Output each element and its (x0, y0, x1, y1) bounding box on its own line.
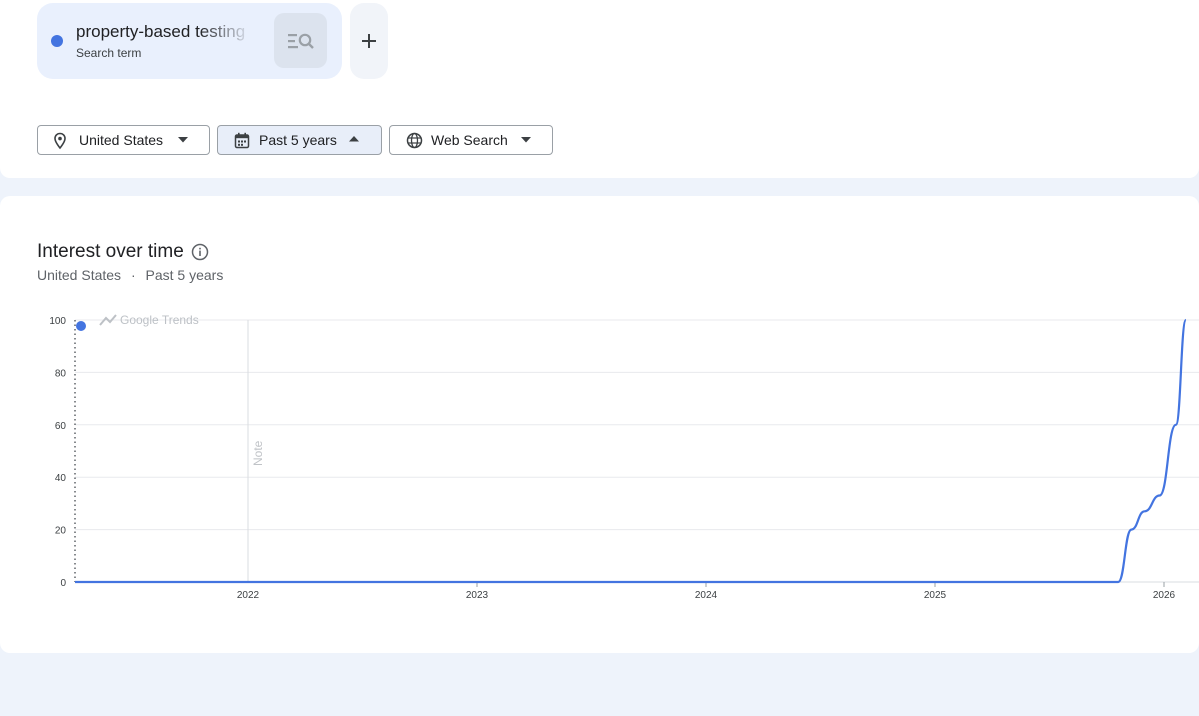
y-tick-label: 80 (55, 368, 67, 379)
chevron-down-icon (178, 137, 188, 143)
chevron-up-icon (349, 136, 359, 142)
time-range-filter-dropdown[interactable]: Past 5 years (217, 125, 382, 155)
chart-subtitle-location: United States (37, 267, 122, 283)
series-line (74, 318, 1187, 584)
note-label: Note (251, 440, 265, 466)
calendar-icon (234, 132, 250, 149)
chart-grid (75, 319, 1199, 531)
time-range-filter-label: Past 5 years (259, 132, 337, 148)
y-tick-label: 20 (55, 526, 67, 537)
search-term-type-label: Search term (76, 46, 142, 60)
y-tick-label: 100 (49, 316, 66, 327)
plus-icon (362, 34, 376, 48)
note-marker[interactable]: Note (247, 320, 265, 582)
chart-subtitle-range: Past 5 years (145, 267, 224, 283)
watermark-text: Google Trends (120, 313, 199, 327)
location-filter-dropdown[interactable]: United States (37, 125, 210, 155)
search-type-filter-dropdown[interactable]: Web Search (389, 125, 553, 155)
y-tick-label: 0 (60, 578, 66, 589)
x-tick-label: 2023 (466, 590, 489, 601)
x-tick-label: 2024 (695, 590, 718, 601)
add-comparison-button[interactable] (350, 3, 388, 79)
chart-axes: 0 20 40 60 80 100 2022 2023 2024 2025 2026 (49, 316, 1199, 601)
interest-over-time-panel: Interest over time United States · Past … (0, 196, 1199, 653)
y-tick-label: 40 (55, 473, 67, 484)
search-term-text[interactable]: property-based testing (76, 22, 252, 42)
info-icon[interactable] (191, 243, 209, 261)
location-pin-icon (54, 132, 66, 150)
chart-subtitle-separator: · (130, 267, 136, 283)
chevron-down-icon (521, 137, 531, 143)
x-tick-label: 2022 (237, 590, 260, 601)
manage-search-icon (287, 33, 314, 49)
x-tick-label: 2025 (924, 590, 947, 601)
explore-header-panel: property-based testing Search term Unite… (0, 0, 1199, 178)
search-term-card[interactable]: property-based testing Search term (37, 3, 342, 79)
series-color-dot (51, 35, 63, 47)
y-tick-label: 60 (55, 421, 67, 432)
chart-subtitle: United States · Past 5 years (37, 267, 223, 283)
chart-series (74, 318, 1187, 584)
search-type-filter-label: Web Search (431, 132, 508, 148)
series-legend-dot (76, 321, 86, 331)
chart-title: Interest over time (37, 241, 184, 262)
interest-line-chart[interactable]: 0 20 40 60 80 100 2022 2023 2024 2025 2026 Google … (0, 296, 1199, 716)
x-tick-label: 2026 (1153, 590, 1176, 601)
search-topic-button[interactable] (274, 13, 327, 68)
location-filter-label: United States (79, 132, 164, 148)
globe-icon (406, 132, 423, 149)
